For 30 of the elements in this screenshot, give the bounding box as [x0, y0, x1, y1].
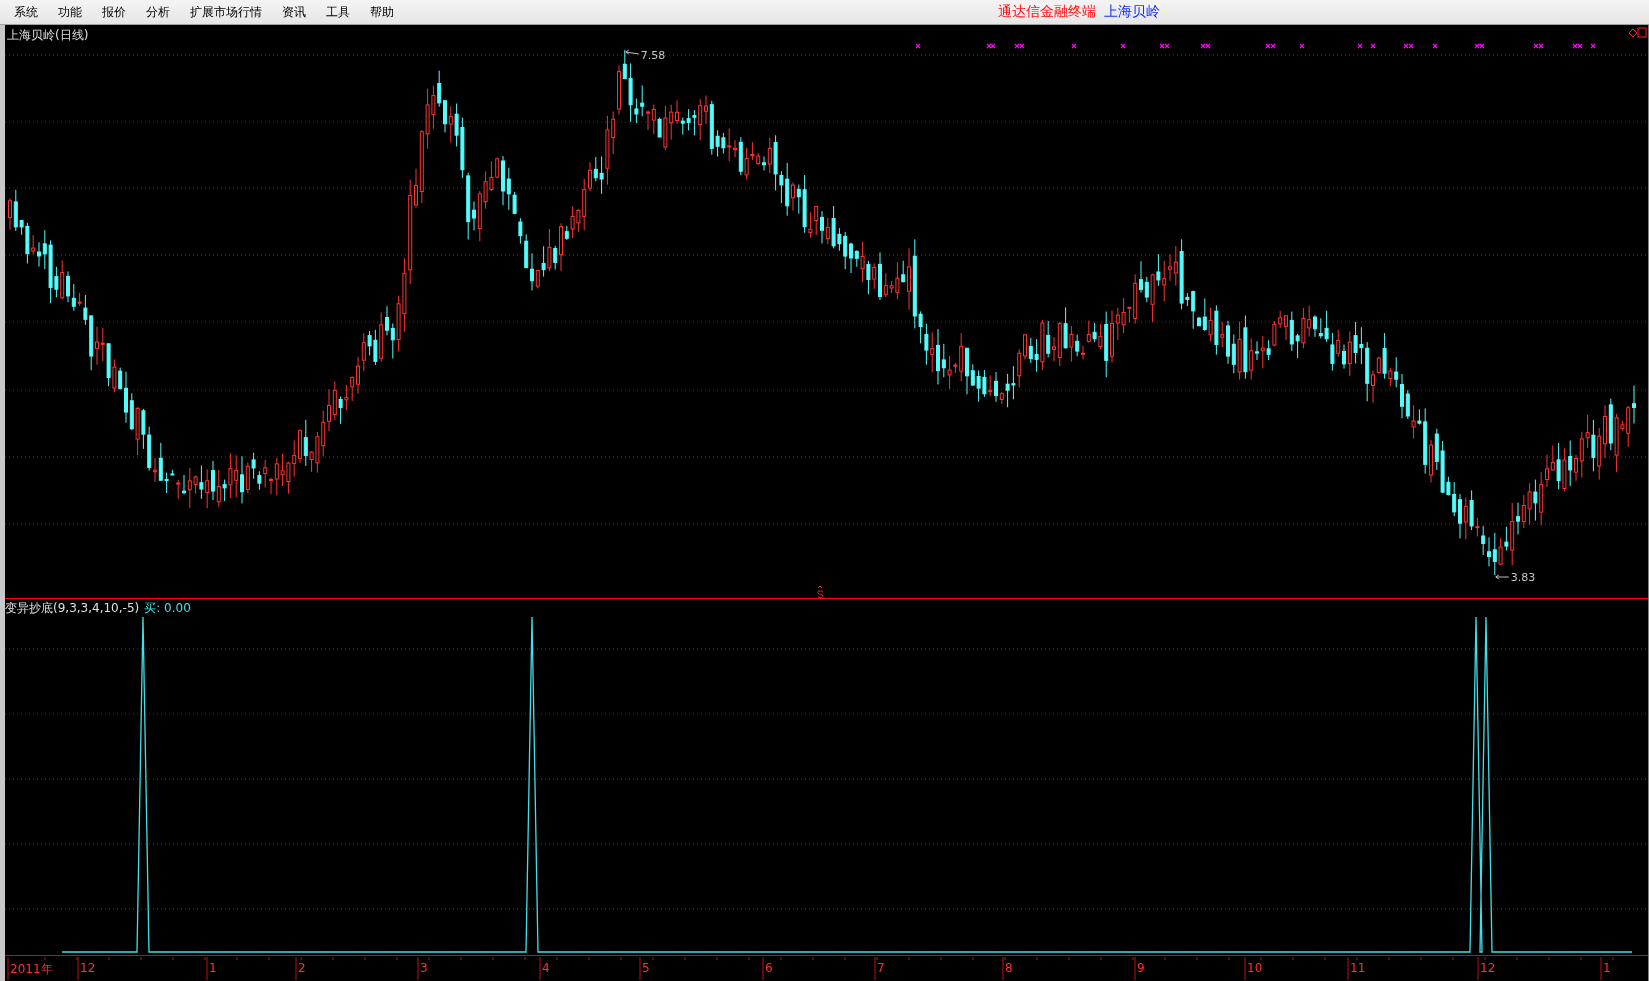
high-price-label: 7.58 — [640, 49, 666, 62]
time-axis-label: 10 — [1247, 961, 1263, 975]
time-axis-label: 7 — [877, 961, 885, 975]
time-axis-label: 9 — [1137, 961, 1145, 975]
time-axis-label: 12 — [1480, 961, 1496, 975]
app-title: 通达信金融终端 — [998, 3, 1096, 21]
time-axis-label: 3 — [420, 961, 428, 975]
menu-item[interactable]: 分析 — [138, 1, 178, 23]
time-axis-label: 6 — [765, 961, 773, 975]
menu-item[interactable]: 功能 — [50, 1, 90, 23]
menu-item[interactable]: 报价 — [94, 1, 134, 23]
indicator-name: 变异抄底(9,3,3,4,10,-5) — [5, 600, 140, 617]
chart-title: 上海贝岭(日线) — [7, 27, 89, 44]
menu-item[interactable]: 资讯 — [274, 1, 314, 23]
menu-item[interactable]: 工具 — [318, 1, 358, 23]
time-axis-label: 8 — [1005, 961, 1013, 975]
time-axis-label: 2 — [298, 961, 306, 975]
time-axis-label: 4 — [542, 961, 550, 975]
menu-item[interactable]: 系统 — [6, 1, 46, 23]
time-axis-label: 2011年 — [10, 961, 53, 978]
time-axis-label: 11 — [1350, 961, 1366, 975]
time-axis-label: 1 — [209, 961, 217, 975]
menu-item[interactable]: 帮助 — [362, 1, 402, 23]
indicator-value: 买: 0.00 — [144, 600, 191, 617]
menu-item[interactable]: 扩展市场行情 — [182, 1, 270, 23]
time-axis-label: 1 — [1603, 961, 1611, 975]
low-price-label: 3.83 — [1510, 571, 1536, 584]
time-axis-label: 12 — [80, 961, 96, 975]
time-axis-label: 5 — [642, 961, 650, 975]
stock-title: 上海贝岭 — [1104, 3, 1160, 21]
